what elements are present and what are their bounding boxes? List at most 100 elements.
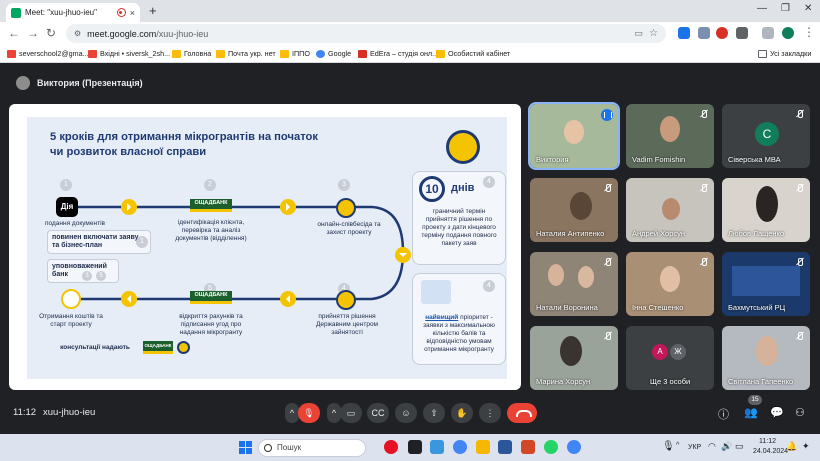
- days-word: днів: [451, 182, 475, 194]
- raise-hand-button[interactable]: ✋: [451, 403, 473, 423]
- minimize-icon[interactable]: —: [757, 3, 767, 14]
- slide-title: 5 кроків для отримання мікрогрантів на п…: [50, 131, 318, 158]
- wifi-icon[interactable]: ◠: [708, 441, 716, 452]
- mic-options-chevron-icon[interactable]: ^: [285, 403, 299, 423]
- leave-call-button[interactable]: [507, 403, 537, 423]
- emoji-reaction-button[interactable]: ☺: [395, 403, 417, 423]
- bookmark-star-icon[interactable]: ☆: [649, 28, 658, 39]
- menu-kebab-icon[interactable]: ⋮: [803, 25, 815, 39]
- sidepanel-icon[interactable]: [762, 27, 774, 39]
- taskbar-search-input[interactable]: Пошук: [258, 439, 366, 457]
- participant-tile[interactable]: Vadim Fomishin: [626, 104, 714, 168]
- chat-icon[interactable]: 💬: [770, 406, 784, 419]
- mic-tray-icon[interactable]: 🎙: [662, 441, 675, 452]
- bookmark-item[interactable]: EdEra – студія онл...: [358, 49, 438, 58]
- forward-icon[interactable]: →: [27, 26, 39, 40]
- participant-tile[interactable]: Бахмутський РЦ: [722, 252, 810, 316]
- bookmark-item[interactable]: Головна: [172, 49, 211, 58]
- slide: 5 кроків для отримання мікрогрантів на п…: [27, 117, 507, 379]
- keyboard-language[interactable]: УКР: [688, 444, 701, 451]
- taskview-icon[interactable]: [408, 440, 422, 454]
- notification-bell-icon[interactable]: 🔔: [786, 441, 797, 452]
- new-tab-button[interactable]: +: [149, 3, 157, 18]
- profile-avatar[interactable]: [782, 27, 794, 39]
- volume-icon[interactable]: 🔊: [721, 441, 732, 452]
- participant-video: [660, 266, 680, 292]
- whatsapp-icon[interactable]: [544, 440, 558, 454]
- meeting-info-icon[interactable]: ⓘ: [718, 406, 729, 422]
- tab-close-icon[interactable]: ×: [130, 8, 135, 18]
- participant-tile[interactable]: C Сіверська МВА: [722, 104, 810, 168]
- word-icon[interactable]: [498, 440, 512, 454]
- participant-tile[interactable]: Наталия Антипенко: [530, 178, 618, 242]
- extensions-puzzle-icon[interactable]: [736, 27, 748, 39]
- clock-time[interactable]: 11:12: [759, 438, 776, 445]
- present-screen-button[interactable]: ⇧: [423, 403, 445, 423]
- bookmark-label: Вхідні • siversk_2sh...: [100, 49, 171, 58]
- windows-start-icon[interactable]: [239, 441, 252, 454]
- mic-muted-icon: [795, 257, 805, 267]
- maximize-icon[interactable]: ❐: [781, 3, 790, 14]
- activities-icon[interactable]: ⚇: [795, 406, 805, 419]
- bookmark-item[interactable]: ІППО: [280, 49, 310, 58]
- bookmark-item[interactable]: Почта укр. нет: [216, 49, 276, 58]
- participant-name: Марина Хорсун: [536, 377, 591, 386]
- participant-tile[interactable]: Андрей Хорсун: [626, 178, 714, 242]
- step-number: 3: [82, 271, 92, 281]
- participant-tile[interactable]: Виктория: [528, 102, 620, 170]
- adblock-icon[interactable]: [716, 27, 728, 39]
- meeting-time: 11:12: [13, 407, 37, 418]
- browser-tab-meet[interactable]: Meet: "xuu-jhuo-ieu" ×: [6, 3, 140, 22]
- site-info-icon[interactable]: ⚙: [74, 29, 81, 38]
- chrome-icon[interactable]: [567, 440, 581, 454]
- clock-date[interactable]: 24.04.2024: [753, 448, 788, 455]
- captions-button[interactable]: CC: [367, 403, 389, 423]
- participant-tile[interactable]: Інна Стешенко: [626, 252, 714, 316]
- participant-tile[interactable]: Любов Лащенко: [722, 178, 810, 242]
- camera-options-chevron-icon[interactable]: ^: [327, 403, 341, 423]
- copilot-icon[interactable]: ✦: [802, 441, 810, 452]
- participant-avatar: C: [755, 122, 779, 146]
- consult-text: консультації надають: [60, 344, 130, 351]
- all-bookmarks-button[interactable]: Усі закладки: [758, 49, 811, 58]
- url-path: /xuu-jhuo-ieu: [156, 28, 209, 39]
- back-icon[interactable]: ←: [8, 26, 20, 40]
- close-window-icon[interactable]: ✕: [804, 3, 812, 14]
- bookmark-item[interactable]: Вхідні • siversk_2sh...: [88, 49, 170, 58]
- cast-icon[interactable]: ▭: [635, 28, 644, 39]
- tray-chevron-icon[interactable]: ^: [676, 442, 679, 449]
- bookmark-item[interactable]: Особистий кабінет: [436, 49, 510, 58]
- extension-icon[interactable]: [678, 27, 690, 39]
- reload-icon[interactable]: ↻: [46, 26, 56, 40]
- participants-icon[interactable]: 👥: [744, 406, 758, 419]
- mic-muted-button[interactable]: 🎙: [298, 403, 320, 423]
- bookmark-item[interactable]: Google: [316, 49, 351, 58]
- mail-icon[interactable]: [430, 440, 444, 454]
- extension-icon[interactable]: [698, 27, 710, 39]
- participant-video: [662, 198, 680, 220]
- participant-avatar: Ж: [670, 344, 686, 360]
- step5-text: відкриття рахунків та підписання угод пр…: [179, 313, 243, 336]
- battery-icon[interactable]: ▭: [735, 441, 744, 452]
- arrow-down-icon: [395, 247, 411, 263]
- others-tile[interactable]: А Ж Ще 3 особи: [626, 326, 714, 390]
- presenter-label: Виктория (Презентація): [37, 78, 143, 88]
- days-number: 10: [419, 176, 445, 202]
- address-bar[interactable]: ⚙ meet.google.com/xuu-jhuo-ieu ▭ ☆: [66, 24, 666, 43]
- priority-text-box: найвищий пріоритет - заявки з максимальн…: [417, 314, 501, 354]
- powerpoint-icon[interactable]: [521, 440, 535, 454]
- chrome-icon[interactable]: [453, 440, 467, 454]
- edera-icon: [358, 49, 367, 58]
- mic-muted-icon: [699, 109, 709, 119]
- participant-tile[interactable]: Марина Хорсун: [530, 326, 618, 390]
- file-explorer-icon[interactable]: [476, 440, 490, 454]
- participant-tile[interactable]: Світлана Гапеенко: [722, 326, 810, 390]
- more-options-button[interactable]: ⋮: [479, 403, 501, 423]
- camera-button[interactable]: ▭: [340, 403, 362, 423]
- participant-tile[interactable]: Натали Воронина: [530, 252, 618, 316]
- gmail-icon: [88, 49, 97, 58]
- hryvnia-coin-icon: [61, 289, 81, 309]
- opera-icon[interactable]: [384, 440, 398, 454]
- bookmark-item[interactable]: severschool2@gma...: [7, 49, 89, 58]
- presentation-stage[interactable]: 5 кроків для отримання мікрогрантів на п…: [9, 104, 521, 390]
